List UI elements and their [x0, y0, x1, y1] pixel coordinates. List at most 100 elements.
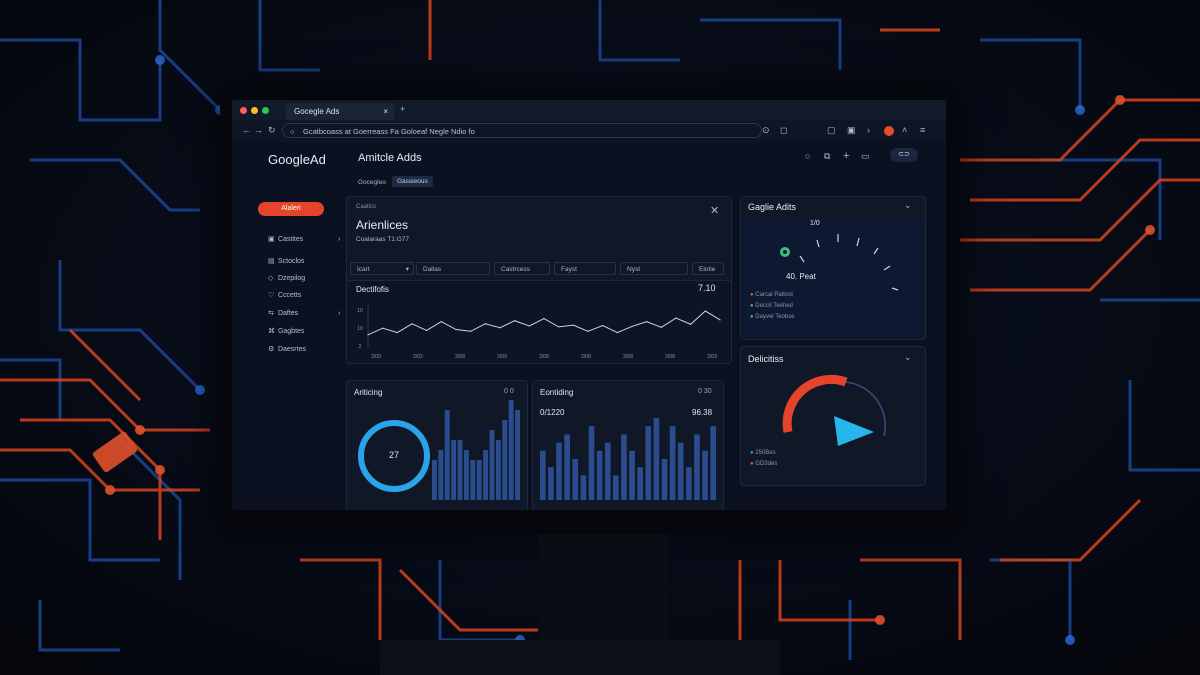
- app-logo[interactable]: GoogleAd: [268, 152, 326, 167]
- bar: [457, 440, 463, 500]
- chevron-down-icon[interactable]: ⌄: [904, 200, 912, 211]
- line-point: [484, 323, 486, 325]
- filter-field[interactable]: Dallas: [416, 262, 490, 275]
- bar: [470, 460, 476, 500]
- arrow-icon[interactable]: ›: [867, 125, 870, 135]
- search-icon: ○: [290, 127, 295, 136]
- sidebar-item-daftes[interactable]: ⇆ Daftes ›: [268, 307, 348, 321]
- engagement-title: Eontiding: [540, 388, 574, 397]
- chart-icon: ▤: [268, 258, 275, 265]
- card-subtitle: Coalaraas T1:G77: [356, 236, 409, 243]
- profile-avatar[interactable]: [884, 126, 894, 136]
- gauge-tick-label: 1/0: [810, 220, 820, 227]
- x-tick-label: 2/09: [371, 354, 381, 360]
- chevron-up-icon[interactable]: ˄: [902, 125, 907, 135]
- tab-title: Gocegle Ads: [294, 107, 340, 116]
- zoom-icon[interactable]: ⊙: [762, 125, 770, 136]
- sidebar-item-sctoclos[interactable]: ▤ Sctoclos: [268, 255, 348, 269]
- filter-label: Icart: [357, 266, 370, 273]
- bar: [677, 442, 684, 500]
- bar: [483, 450, 489, 500]
- filter-field[interactable]: Fayst: [554, 262, 616, 275]
- line-point: [646, 321, 648, 323]
- bar: [540, 450, 546, 500]
- line-point: [543, 317, 545, 320]
- filter-field[interactable]: Castrcess: [494, 262, 550, 275]
- breadcrumb-item-active[interactable]: Gassieous: [392, 176, 433, 187]
- legend-dot-icon: ●: [750, 303, 754, 309]
- legend-label: 250Bes: [755, 450, 776, 456]
- primary-action-button[interactable]: Alaleri: [258, 202, 324, 216]
- close-window-button[interactable]: [240, 107, 247, 114]
- browser-tab[interactable]: Gocegle Ads ×: [286, 103, 394, 120]
- sidebar-item-cccetts[interactable]: ♡ Cccetts: [268, 289, 348, 303]
- reload-icon[interactable]: ↻: [268, 125, 276, 136]
- bar-chart-left: [432, 400, 520, 500]
- line-point: [704, 310, 706, 312]
- bar: [694, 434, 700, 500]
- activity-title: Ariticing: [354, 388, 383, 397]
- line-chart-title: Dectifofis: [356, 285, 389, 294]
- sidebar-item-dzepilog[interactable]: ◇ Dzepilog: [268, 272, 348, 286]
- sidebar-item-castites[interactable]: ▣ Castites ›: [268, 233, 348, 247]
- line-point: [514, 320, 516, 322]
- maximize-window-button[interactable]: [262, 107, 269, 114]
- forward-arrow-icon[interactable]: →: [254, 125, 263, 135]
- line-point: [690, 323, 692, 325]
- sidebar-item-daesrtes[interactable]: ⚙ Daesrtes: [268, 343, 348, 357]
- legend-dot-icon: ●: [750, 450, 754, 456]
- header-toggle[interactable]: ⊂⊃: [890, 148, 918, 162]
- bar: [604, 442, 611, 500]
- legend-label: Carcal Pattost: [755, 292, 793, 298]
- x-tick-label: 2/08: [539, 354, 549, 360]
- legend-dot-icon: ●: [750, 461, 754, 467]
- filter-field[interactable]: Elotie: [692, 262, 724, 275]
- circle-icon[interactable]: ○: [805, 151, 810, 161]
- calendar-icon[interactable]: ▭: [861, 151, 870, 162]
- bar: [463, 450, 469, 500]
- share-icon[interactable]: ▣: [847, 125, 856, 136]
- extension-icon[interactable]: ▢: [827, 125, 836, 136]
- sidebar-item-label: Daftes: [277, 310, 299, 317]
- legend-item: ● 250Bes: [750, 450, 776, 456]
- line-point: [528, 325, 530, 327]
- bookmark-icon[interactable]: ◻: [780, 125, 787, 136]
- tab-close-icon[interactable]: ×: [383, 103, 388, 120]
- url-field[interactable]: ○ Gcatbcoass at Goerreass Fa Goloeaf Negl…: [282, 123, 762, 138]
- line-point: [440, 321, 442, 323]
- x-tick-label: 2/03: [707, 354, 717, 360]
- add-icon[interactable]: +: [843, 150, 849, 162]
- bar: [669, 426, 676, 500]
- line-point: [675, 317, 677, 319]
- ring-value: 27: [388, 450, 399, 460]
- sidebar-item-gagbtes[interactable]: ⌘ Gagbtes: [268, 325, 348, 339]
- minimize-window-button[interactable]: [251, 107, 258, 114]
- sidebar-item-label: Dzepilog: [277, 275, 306, 282]
- y-tick-label: 10: [357, 326, 363, 332]
- close-icon[interactable]: ✕: [710, 204, 719, 217]
- activity-corner-value: 0 0: [504, 388, 514, 395]
- filter-field[interactable]: Nyst: [620, 262, 688, 275]
- legend-item: ● GD3des: [750, 461, 777, 467]
- bar: [637, 467, 643, 500]
- line-point: [660, 326, 662, 328]
- breadcrumb-item[interactable]: Gocegleo: [358, 179, 386, 186]
- back-arrow-icon[interactable]: ←: [242, 125, 251, 135]
- filter-dropdown[interactable]: Icart ▾: [350, 262, 414, 275]
- sidebar-item-label: Gagbtes: [277, 328, 305, 335]
- bar: [556, 442, 562, 500]
- line-chart-value: 7.10: [698, 283, 716, 293]
- engagement-right-value: 96.38: [692, 408, 713, 417]
- bar: [613, 475, 619, 500]
- line-point: [616, 332, 618, 334]
- legend-label: Dayvel Teobse: [755, 314, 795, 320]
- x-tick-label: 2/09: [497, 354, 507, 360]
- engagement-corner-value: 0 30: [698, 388, 712, 395]
- bar: [489, 430, 495, 500]
- new-tab-icon[interactable]: +: [400, 104, 405, 114]
- x-tick-label: 2/02: [413, 354, 423, 360]
- image-icon[interactable]: ⧉: [824, 151, 830, 162]
- menu-icon[interactable]: ≡: [920, 125, 925, 135]
- bar: [515, 410, 520, 500]
- chevron-down-icon[interactable]: ⌄: [904, 352, 912, 363]
